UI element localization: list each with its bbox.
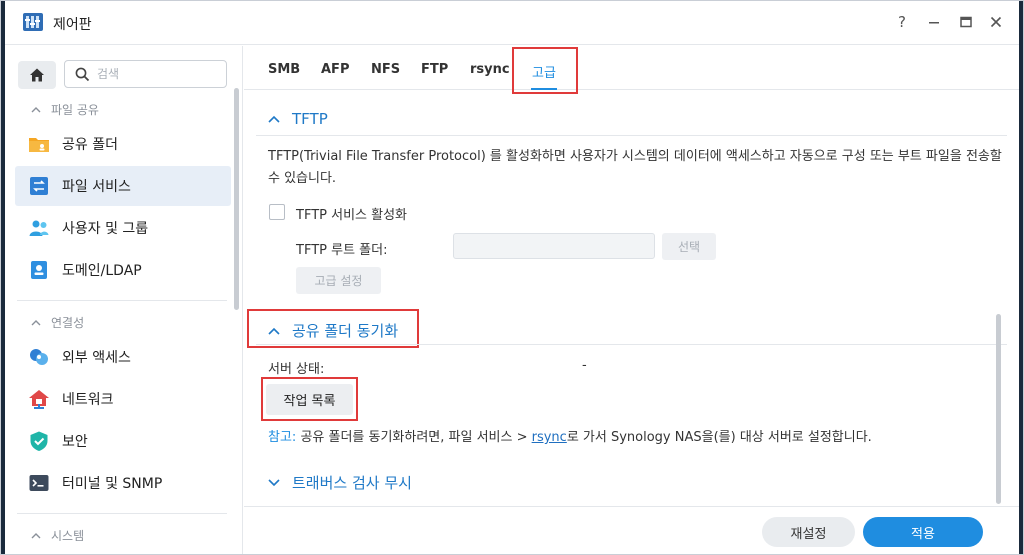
server-status-label: 서버 상태: [268,362,325,377]
tab-rsync[interactable]: rsync [470,62,510,77]
close-icon [990,16,1002,28]
sidebar-item-network[interactable]: 네트워크 [15,379,231,419]
sidebar-divider [17,513,227,514]
highlight-box-sync-heading [247,309,419,348]
desktop-edge-right [1019,1,1023,554]
reset-button[interactable]: 재설정 [762,517,855,547]
sidebar-item-label: 터미널 및 SNMP [62,476,163,492]
home-button[interactable] [18,61,56,89]
main-scrollbar[interactable] [996,314,1001,504]
file-service-icon [30,177,48,195]
sidebar-item-users-groups[interactable]: 사용자 및 그룹 [15,208,231,248]
sidebar-item-label: 외부 액세스 [62,350,131,366]
sidebar-item-label: 네트워크 [62,392,114,408]
tftp-root-folder-input[interactable] [453,233,655,259]
select-folder-button[interactable]: 선택 [662,233,716,260]
chevron-up-icon [31,107,41,113]
help-button[interactable]: ? [891,11,913,33]
sync-note: 참고: 공유 폴더를 동기화하려면, 파일 서비스 > rsync로 가서 Sy… [268,426,872,445]
note-text: 로 가서 Synology NAS을(를) 대상 서버로 설정합니다. [566,430,872,445]
tab-bar: SMB AFP NFS FTP rsync 고급 [244,46,1019,90]
domain-icon [31,261,47,279]
advanced-settings-button[interactable]: 고급 설정 [296,267,381,294]
users-icon [29,220,49,236]
control-panel-window: 제어판 ? 파일 공유 공유 폴더 파일 서비스 [0,0,1024,555]
footer-bar: 재설정 적용 [244,506,1019,554]
terminal-icon [29,475,49,491]
tftp-enable-checkbox[interactable] [269,204,285,220]
minimize-button[interactable] [923,11,945,33]
tab-smb[interactable]: SMB [268,62,300,77]
note-prefix: 참고: [268,430,297,445]
sidebar-scrollbar[interactable] [234,88,239,310]
tab-ftp[interactable]: FTP [421,62,448,77]
chevron-up-icon [31,533,41,539]
search-icon [75,67,90,82]
folder-icon [29,138,49,152]
external-access-icon [30,349,48,365]
window-title: 제어판 [53,17,92,33]
sidebar-divider [17,300,227,301]
section-label: 시스템 [51,529,85,543]
tab-nfs[interactable]: NFS [371,62,400,77]
chevron-up-icon [31,320,41,326]
control-panel-app-icon [23,13,43,31]
sidebar-item-external-access[interactable]: 외부 액세스 [15,337,231,377]
section-header-tftp[interactable]: TFTP [268,110,328,128]
sidebar-item-label: 사용자 및 그룹 [62,221,149,237]
sidebar-item-label: 도메인/LDAP [62,263,142,279]
section-title: TFTP [292,110,328,128]
sidebar-item-label: 보안 [62,434,88,450]
network-icon [29,390,49,409]
maximize-button[interactable] [955,11,977,33]
tftp-enable-label: TFTP 서비스 활성화 [296,208,407,223]
server-status-value: - [582,358,587,373]
sidebar-item-domain-ldap[interactable]: 도메인/LDAP [15,250,231,290]
note-text: 공유 폴더를 동기화하려면, 파일 서비스 > [296,430,532,445]
section-header-file-sharing[interactable]: 파일 공유 [31,101,99,118]
rsync-link[interactable]: rsync [532,430,567,445]
sidebar-item-security[interactable]: 보안 [15,421,231,461]
tab-afp[interactable]: AFP [321,62,349,77]
chevron-down-icon [268,478,280,486]
shield-icon [30,431,48,451]
search-box[interactable] [64,60,227,88]
section-title: 트래버스 검사 무시 [292,474,412,492]
title-bar[interactable]: 제어판 ? [5,1,1019,45]
search-input[interactable] [97,65,222,83]
highlight-box-advanced-tab [512,47,578,94]
tftp-description: TFTP(Trivial File Transfer Protocol) 를 활… [268,149,1002,186]
section-label: 파일 공유 [51,103,99,117]
sidebar-item-label: 파일 서비스 [62,179,131,195]
sidebar-item-shared-folder[interactable]: 공유 폴더 [15,124,231,164]
sidebar-item-file-services[interactable]: 파일 서비스 [15,166,231,206]
apply-button[interactable]: 적용 [863,517,983,547]
section-header-bypass-traverse[interactable]: 트래버스 검사 무시 [268,472,412,493]
maximize-icon [960,16,972,28]
section-header-connectivity[interactable]: 연결성 [31,314,84,331]
section-label: 연결성 [51,316,85,330]
chevron-up-icon [268,115,280,123]
tftp-root-folder-label: TFTP 루트 폴더: [296,243,388,258]
sidebar-item-terminal-snmp[interactable]: 터미널 및 SNMP [15,463,231,503]
minimize-icon [929,22,939,24]
sidebar-item-label: 공유 폴더 [62,137,118,153]
main-panel: SMB AFP NFS FTP rsync 고급 TFTP TFTP(Trivi… [244,46,1019,554]
home-icon [30,68,44,82]
sidebar: 파일 공유 공유 폴더 파일 서비스 사용자 및 그룹 도메인/LDAP 연결성… [5,46,243,554]
close-button[interactable] [985,11,1007,33]
section-header-system[interactable]: 시스템 [31,527,84,544]
section-divider [256,344,1007,345]
section-divider [256,135,1007,136]
highlight-box-task-list [261,377,358,421]
